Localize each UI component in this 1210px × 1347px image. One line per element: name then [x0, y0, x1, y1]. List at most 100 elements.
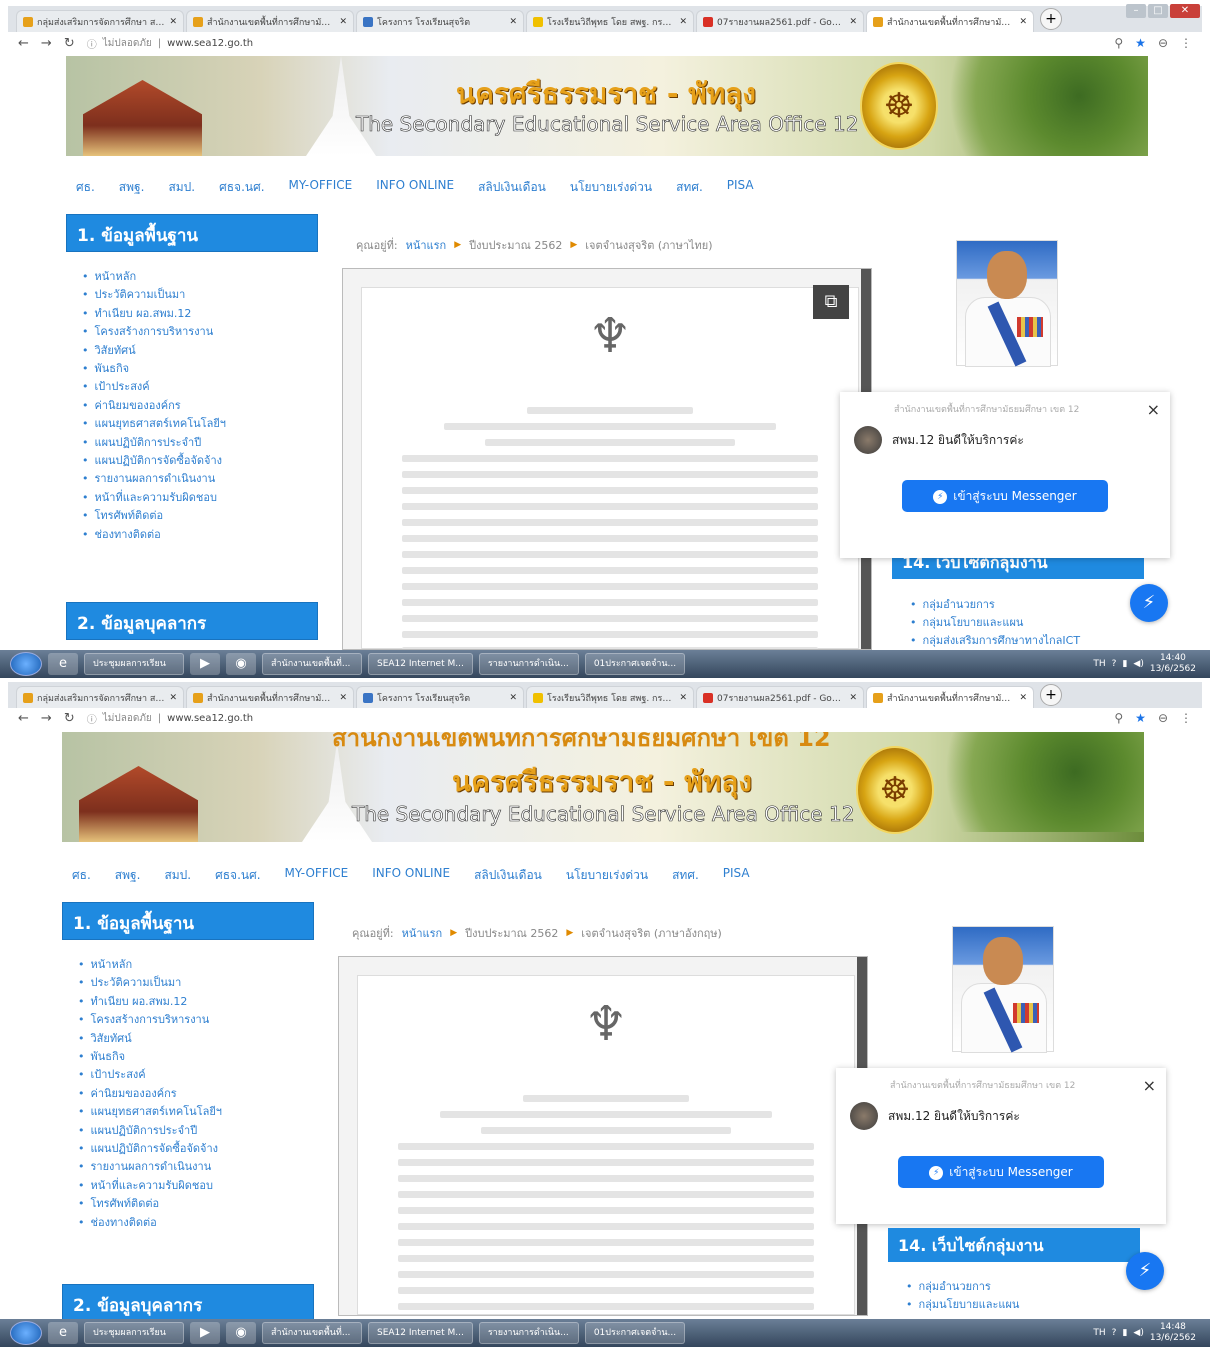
- sidebar-item[interactable]: รายงานผลการดำเนินงาน: [82, 470, 226, 488]
- browser-tab[interactable]: โครงการ โรงเรียนสุจริต ✕: [356, 10, 524, 32]
- sidebar-item[interactable]: โครงสร้างการบริหารงาน: [82, 323, 226, 341]
- taskbar-button[interactable]: SEA12 Internet M...: [368, 1322, 473, 1344]
- chrome-icon[interactable]: ◉: [226, 653, 256, 675]
- menu-item[interactable]: สลิปเงินเดือน: [478, 178, 546, 197]
- menu-item[interactable]: INFO ONLINE: [376, 178, 454, 197]
- tab-close-icon[interactable]: ✕: [339, 693, 347, 703]
- breadcrumb-year[interactable]: ปีงบประมาณ 2562: [465, 924, 558, 942]
- sidebar-item[interactable]: เป้าประสงค์: [78, 1066, 222, 1084]
- menu-item[interactable]: สมป.: [168, 178, 195, 197]
- browser-tab-active[interactable]: สำนักงานเขตพื้นที่การศึกษามัธยมศึ ✕: [866, 10, 1034, 32]
- reload-icon[interactable]: ↻: [64, 36, 75, 51]
- menu-item[interactable]: PISA: [723, 866, 750, 885]
- breadcrumb-year[interactable]: ปีงบประมาณ 2562: [469, 236, 562, 254]
- group-link[interactable]: กลุ่มอำนวยการ: [910, 596, 1080, 614]
- sidebar-item[interactable]: โทรศัพท์ติดต่อ: [82, 507, 226, 525]
- new-tab-button[interactable]: +: [1040, 8, 1062, 30]
- sidebar-item[interactable]: ประวัติความเป็นมา: [78, 974, 222, 992]
- browser-tab[interactable]: โรงเรียนวิถีพุทธ โดย สพฐ. กระทรวง ✕: [526, 686, 694, 708]
- sidebar-item[interactable]: วิสัยทัศน์: [78, 1030, 222, 1048]
- menu-item[interactable]: MY-OFFICE: [289, 178, 353, 197]
- ie-icon[interactable]: e: [48, 1322, 78, 1344]
- sidebar-item[interactable]: แผนปฏิบัติการจัดซื้อจัดจ้าง: [78, 1140, 222, 1158]
- menu-item[interactable]: นโยบายเร่งด่วน: [566, 866, 648, 885]
- breadcrumb-home[interactable]: หน้าแรก: [406, 236, 447, 254]
- sidebar-item[interactable]: ช่องทางติดต่อ: [78, 1214, 222, 1232]
- network-icon[interactable]: ▮: [1122, 1328, 1127, 1338]
- tab-close-icon[interactable]: ✕: [849, 693, 857, 703]
- taskbar-button[interactable]: รายงานการดำเนิน...: [478, 653, 579, 675]
- sidebar-item[interactable]: หน้าที่และความรับผิดชอบ: [82, 489, 226, 507]
- ie-icon[interactable]: e: [48, 653, 78, 675]
- sidebar-item[interactable]: แผนยุทธศาสตร์เทคโนโลยีฯ: [78, 1103, 222, 1121]
- menu-item[interactable]: สทศ.: [672, 866, 699, 885]
- menu-item[interactable]: PISA: [727, 178, 754, 197]
- sidebar-item[interactable]: พันธกิจ: [82, 360, 226, 378]
- menu-item[interactable]: สมป.: [164, 866, 191, 885]
- browser-tab[interactable]: สำนักงานเขตพื้นที่การศึกษามัธยมศึกษา ✕: [186, 10, 354, 32]
- sidebar-item[interactable]: รายงานผลการดำเนินงาน: [78, 1158, 222, 1176]
- taskbar-button[interactable]: ประชุมผลการเรียน: [84, 1322, 184, 1344]
- menu-item[interactable]: ศธ.: [72, 866, 91, 885]
- forward-icon[interactable]: →: [41, 711, 52, 726]
- volume-icon[interactable]: ◀): [1133, 659, 1143, 669]
- zoom-icon[interactable]: ⚲: [1114, 36, 1123, 50]
- language-indicator[interactable]: TH: [1093, 1328, 1105, 1338]
- menu-item[interactable]: ศธ.: [76, 178, 95, 197]
- browser-tab[interactable]: 07รายงานผล2561.pdf - Google ✕: [696, 686, 864, 708]
- help-icon[interactable]: ?: [1112, 1328, 1117, 1338]
- messenger-login-button[interactable]: ⚡ เข้าสู่ระบบ Messenger: [902, 480, 1108, 512]
- browser-tab[interactable]: กลุ่มส่งเสริมการจัดการศึกษา สพม.12 ✕: [16, 10, 184, 32]
- sidebar-item[interactable]: โทรศัพท์ติดต่อ: [78, 1195, 222, 1213]
- sidebar-item[interactable]: แผนปฏิบัติการประจำปี: [82, 434, 226, 452]
- taskbar-button[interactable]: สำนักงานเขตพื้นที่...: [262, 1322, 362, 1344]
- taskbar-button[interactable]: 01ประกาศเจตจำน...: [584, 1322, 686, 1344]
- sidebar-item[interactable]: ค่านิยมขององค์กร: [82, 397, 226, 415]
- sidebar-item[interactable]: ประวัติความเป็นมา: [82, 286, 226, 304]
- language-indicator[interactable]: TH: [1093, 659, 1105, 669]
- new-tab-button[interactable]: +: [1040, 684, 1062, 706]
- pdf-viewer[interactable]: ♆: [338, 956, 868, 1316]
- taskbar-button[interactable]: รายงานการดำเนิน...: [478, 1322, 579, 1344]
- reload-icon[interactable]: ↻: [64, 711, 75, 726]
- start-button[interactable]: [10, 1321, 42, 1345]
- browser-tab[interactable]: กลุ่มส่งเสริมการจัดการศึกษา สพม.12 ✕: [16, 686, 184, 708]
- media-player-icon[interactable]: ▶: [190, 653, 220, 675]
- tab-close-icon[interactable]: ✕: [1019, 693, 1027, 703]
- tab-close-icon[interactable]: ✕: [509, 17, 517, 27]
- network-icon[interactable]: ▮: [1122, 659, 1127, 669]
- taskbar-button[interactable]: ประชุมผลการเรียน: [84, 653, 184, 675]
- sidebar-item[interactable]: แผนปฏิบัติการประจำปี: [78, 1122, 222, 1140]
- menu-item[interactable]: สพฐ.: [119, 178, 145, 197]
- tab-close-icon[interactable]: ✕: [849, 17, 857, 27]
- forward-icon[interactable]: →: [41, 36, 52, 51]
- url-field[interactable]: ⓘ ไม่ปลอดภัย | www.sea12.go.th: [87, 36, 253, 51]
- info-icon[interactable]: ⓘ: [87, 36, 97, 51]
- zoom-icon[interactable]: ⚲: [1114, 711, 1123, 725]
- back-icon[interactable]: ←: [18, 36, 29, 51]
- group-link[interactable]: กลุ่มนโยบายและแผน: [906, 1296, 1020, 1314]
- menu-item[interactable]: MY-OFFICE: [285, 866, 349, 885]
- browser-tab[interactable]: โครงการ โรงเรียนสุจริต ✕: [356, 686, 524, 708]
- sidebar-item[interactable]: หน้าที่และความรับผิดชอบ: [78, 1177, 222, 1195]
- sidebar-item[interactable]: โครงสร้างการบริหารงาน: [78, 1011, 222, 1029]
- sidebar-item[interactable]: พันธกิจ: [78, 1048, 222, 1066]
- chrome-icon[interactable]: ◉: [226, 1322, 256, 1344]
- menu-dots-icon[interactable]: ⋮: [1180, 36, 1192, 50]
- menu-item[interactable]: สลิปเงินเดือน: [474, 866, 542, 885]
- menu-item[interactable]: INFO ONLINE: [372, 866, 450, 885]
- sidebar-item[interactable]: แผนยุทธศาสตร์เทคโนโลยีฯ: [82, 415, 226, 433]
- taskbar-button[interactable]: 01ประกาศเจตจำน...: [584, 653, 686, 675]
- profile-icon[interactable]: ⊖: [1158, 36, 1168, 50]
- menu-item[interactable]: นโยบายเร่งด่วน: [570, 178, 652, 197]
- bookmark-star-icon[interactable]: ★: [1135, 711, 1146, 725]
- close-window-icon[interactable]: ✕: [1170, 4, 1200, 18]
- sidebar-item[interactable]: เป้าประสงค์: [82, 378, 226, 396]
- url-field[interactable]: ⓘ ไม่ปลอดภัย | www.sea12.go.th: [87, 711, 253, 726]
- sidebar-item[interactable]: ทำเนียบ ผอ.สพม.12: [78, 993, 222, 1011]
- taskbar-button[interactable]: สำนักงานเขตพื้นที่...: [262, 653, 362, 675]
- tab-close-icon[interactable]: ✕: [1019, 17, 1027, 27]
- tab-close-icon[interactable]: ✕: [679, 17, 687, 27]
- pdf-viewer[interactable]: ♆ ⧉: [342, 268, 872, 650]
- tab-close-icon[interactable]: ✕: [679, 693, 687, 703]
